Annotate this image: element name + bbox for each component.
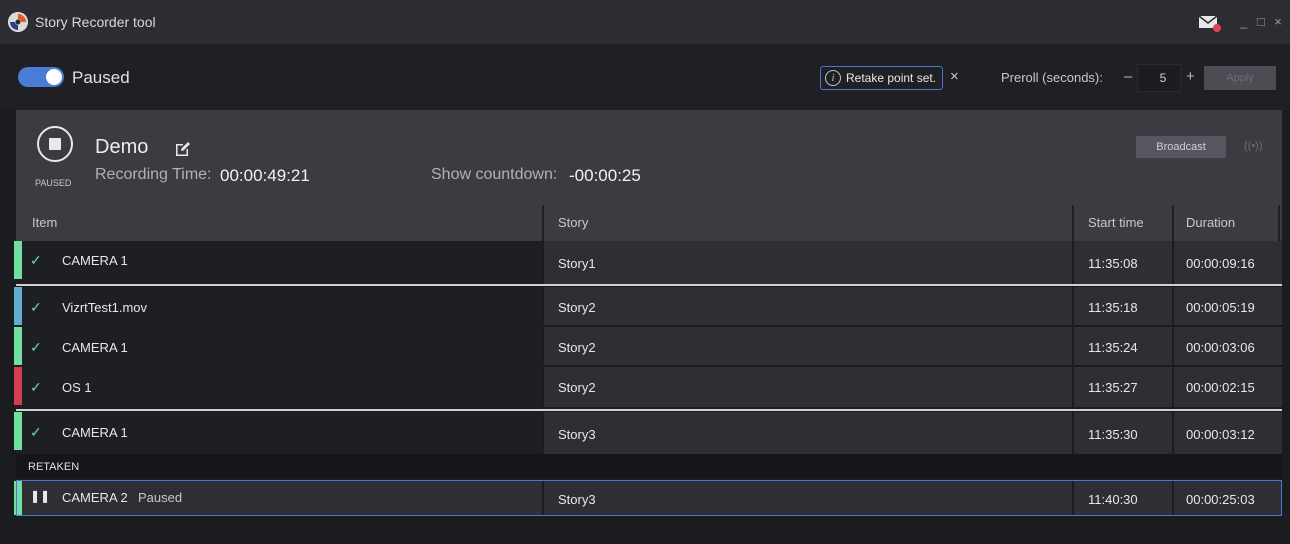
recording-time-value: 00:00:49:21 [220, 166, 310, 185]
check-icon: ✓ [30, 379, 42, 395]
table-row[interactable]: ✓ CAMERA 1 Story3 11:35:30 00:00:03:12 [14, 412, 1282, 454]
column-header-story[interactable]: Story [558, 205, 588, 241]
start-time: 11:35:24 [1088, 340, 1138, 355]
show-countdown-label: Show countdown: [431, 166, 558, 183]
column-header-start-time[interactable]: Start time [1088, 205, 1144, 241]
story-name: Story1 [558, 256, 596, 271]
duration: 00:00:03:06 [1186, 340, 1255, 355]
retake-notice-text: Retake point set. [846, 71, 937, 85]
story-name: Story2 [558, 300, 596, 315]
apply-button[interactable]: Apply [1204, 66, 1276, 90]
check-icon: ✓ [30, 252, 42, 268]
item-name: VizrtTest1.mov [62, 300, 148, 315]
recording-state: PAUSED [35, 178, 72, 188]
retaken-separator [16, 454, 1282, 478]
story-cell [544, 241, 1072, 284]
item-name: CAMERA 1 [62, 340, 128, 355]
duration: 00:00:05:19 [1186, 300, 1255, 315]
story-name: Story2 [558, 380, 596, 395]
item-type-color-bar [14, 241, 22, 279]
column-divider[interactable] [1278, 205, 1280, 241]
broadcast-button[interactable]: Broadcast [1136, 136, 1226, 158]
start-time: 11:35:27 [1088, 380, 1138, 395]
session-panel: PAUSED Demo Recording Time: 00:00:49:21 … [16, 110, 1282, 205]
item-name: CAMERA 1 [62, 253, 128, 268]
info-icon: i [825, 70, 841, 86]
toggle-knob [46, 69, 62, 85]
table-row[interactable]: ✓ VizrtTest1.mov Story2 11:35:18 00:00:0… [14, 287, 1282, 327]
item-type-color-bar [14, 287, 22, 325]
story-divider [16, 409, 1282, 411]
check-icon: ✓ [30, 424, 42, 440]
duration: 00:00:03:12 [1186, 427, 1255, 442]
duration: 00:00:09:16 [1186, 256, 1255, 271]
item-cell [16, 367, 542, 407]
recording-time-label: Recording Time: [95, 166, 212, 183]
item-name: CAMERA 1 [62, 425, 128, 440]
check-icon: ✓ [30, 339, 42, 355]
pause-toggle[interactable] [18, 67, 64, 87]
column-divider[interactable] [1172, 205, 1174, 241]
preroll-increment-button[interactable]: + [1186, 68, 1195, 85]
duration: 00:00:02:15 [1186, 380, 1255, 395]
mail-notification-icon[interactable] [1198, 13, 1222, 33]
check-icon: ✓ [30, 299, 42, 315]
column-divider[interactable] [1072, 205, 1074, 241]
retaken-label: RETAKEN [28, 461, 80, 473]
start-time: 11:35:18 [1088, 300, 1138, 315]
item-type-color-bar [14, 327, 22, 365]
close-icon[interactable]: × [950, 68, 959, 85]
column-header-duration[interactable]: Duration [1186, 205, 1235, 241]
broadcast-signal-icon: ((•)) [1244, 140, 1263, 152]
story-cell [544, 327, 1072, 365]
edit-icon[interactable] [174, 140, 192, 158]
table-row[interactable]: ✓ CAMERA 1 Story2 11:35:24 00:00:03:06 [14, 327, 1282, 367]
story-cell [544, 412, 1072, 454]
table-row[interactable]: ✓ CAMERA 1 Story1 11:35:08 00:00:09:16 [14, 241, 1282, 284]
preroll-input[interactable] [1137, 64, 1181, 92]
stop-icon [49, 138, 61, 150]
stop-button[interactable] [37, 126, 73, 162]
story-divider [16, 284, 1282, 286]
table-row[interactable]: ✓ OS 1 Story2 11:35:27 00:00:02:15 [14, 367, 1282, 407]
show-name: Demo [95, 136, 149, 158]
story-name: Story3 [558, 427, 596, 442]
window-controls[interactable]: _ □ × [1240, 14, 1285, 29]
active-row-highlight [16, 480, 1282, 516]
window-title: Story Recorder tool [35, 14, 156, 30]
item-type-color-bar [14, 412, 22, 450]
column-divider[interactable] [542, 205, 544, 241]
preroll-decrement-button[interactable]: – [1124, 68, 1132, 85]
column-header-item[interactable]: Item [32, 205, 57, 241]
story-name: Story2 [558, 340, 596, 355]
title-bar: Story Recorder tool _ □ × [0, 0, 1290, 44]
retake-notice: i Retake point set. [820, 66, 944, 90]
toolbar: Paused i Retake point set. × Preroll (se… [0, 44, 1290, 110]
table-header: Item Story Start time Duration [16, 205, 1282, 241]
start-time: 11:35:08 [1088, 256, 1138, 271]
start-time: 11:35:30 [1088, 427, 1138, 442]
preroll-label: Preroll (seconds): [1001, 70, 1103, 85]
pause-toggle-label: Paused [72, 68, 130, 87]
story-cell [544, 367, 1072, 407]
item-name: OS 1 [62, 380, 92, 395]
story-cell [544, 287, 1072, 325]
show-countdown-value: -00:00:25 [569, 166, 641, 185]
item-type-color-bar [14, 367, 22, 405]
app-logo-icon [8, 12, 28, 32]
